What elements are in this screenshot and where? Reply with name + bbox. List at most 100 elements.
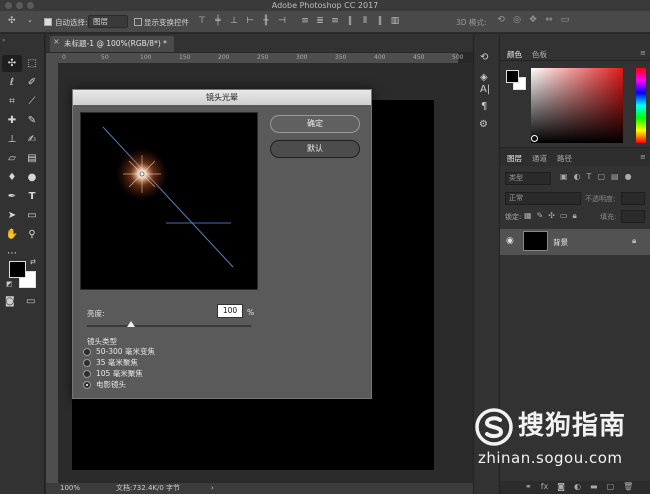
- filter-smart-icon[interactable]: ▤: [611, 172, 619, 181]
- panel-menu-icon[interactable]: ≡: [640, 49, 646, 57]
- zoom-level[interactable]: 100%: [60, 483, 80, 494]
- flare-preview[interactable]: [80, 112, 258, 290]
- ok-button[interactable]: 确定: [270, 115, 360, 133]
- brightness-input[interactable]: 100: [217, 304, 243, 318]
- marquee-tool-icon[interactable]: ⬚: [22, 55, 42, 72]
- align-bottom-icon[interactable]: ⊥: [229, 16, 239, 26]
- slide-3d-icon[interactable]: ⇔: [544, 15, 554, 25]
- lock-transparent-icon[interactable]: ▦: [524, 211, 532, 221]
- paragraph-panel-icon[interactable]: ¶: [481, 101, 487, 112]
- align-hcenter-icon[interactable]: ╫: [261, 16, 271, 26]
- gradient-tool-icon[interactable]: ▤: [22, 150, 42, 167]
- tab-layers[interactable]: 图层: [507, 153, 522, 164]
- collapse-icon[interactable]: »: [2, 37, 6, 44]
- move-tool-icon[interactable]: ✣: [2, 55, 22, 72]
- adjustment-layer-icon[interactable]: ◐: [574, 482, 581, 491]
- blur-tool-icon[interactable]: ♦: [2, 169, 22, 186]
- quick-select-tool-icon[interactable]: ✐: [22, 74, 42, 91]
- tab-color[interactable]: 颜色: [507, 49, 522, 60]
- default-button[interactable]: 默认: [270, 140, 360, 158]
- filter-pixel-icon[interactable]: ▣: [560, 172, 568, 181]
- distribute-hcenter-icon[interactable]: ⫴: [360, 16, 370, 26]
- distribute-vcenter-icon[interactable]: ≣: [315, 16, 325, 26]
- move-tool-preset-icon[interactable]: ✣: [8, 16, 16, 26]
- clone-stamp-tool-icon[interactable]: ⊥: [2, 131, 22, 148]
- lock-position-icon[interactable]: ✣: [548, 211, 555, 221]
- filter-adjustment-icon[interactable]: ◐: [574, 172, 581, 181]
- eyedropper-tool-icon[interactable]: ⟋: [22, 93, 42, 110]
- visibility-eye-icon[interactable]: ◉: [506, 236, 514, 246]
- auto-select-target-dropdown[interactable]: 图层: [88, 15, 128, 28]
- drag-3d-icon[interactable]: ✥: [528, 15, 538, 25]
- layers-menu-icon[interactable]: ≡: [640, 153, 646, 161]
- align-left-icon[interactable]: ⊢: [245, 16, 255, 26]
- add-mask-icon[interactable]: ◙: [557, 482, 565, 491]
- lock-image-icon[interactable]: ✎: [537, 211, 544, 221]
- lasso-tool-icon[interactable]: ℓ: [2, 74, 22, 91]
- document-tab[interactable]: 未标题-1 @ 100%(RGB/8*) *: [50, 36, 174, 52]
- history-panel-icon[interactable]: ⟲: [480, 52, 488, 63]
- show-transform-checkbox[interactable]: [134, 18, 142, 26]
- brightness-slider-thumb[interactable]: [127, 321, 136, 327]
- chevron-right-icon[interactable]: ›: [211, 483, 214, 494]
- scale-3d-icon[interactable]: ▭: [560, 15, 570, 25]
- opacity-input[interactable]: [621, 192, 645, 205]
- layer-kind-filter[interactable]: 类型: [505, 172, 551, 185]
- dodge-tool-icon[interactable]: ●: [22, 169, 42, 186]
- tab-paths[interactable]: 路径: [557, 153, 572, 164]
- brush-tool-icon[interactable]: ✎: [22, 112, 42, 129]
- distribute-bottom-icon[interactable]: ≡: [330, 16, 340, 26]
- align-top-icon[interactable]: ⊤: [197, 16, 207, 26]
- lock-artboard-icon[interactable]: ▭: [560, 211, 568, 221]
- hue-slider[interactable]: [636, 68, 646, 143]
- distribute-top-icon[interactable]: ≡: [300, 16, 310, 26]
- default-colors-icon[interactable]: ◩: [6, 280, 13, 288]
- glyphs-panel-icon[interactable]: ⚙: [479, 119, 488, 130]
- swap-colors-icon[interactable]: ⇄: [30, 258, 36, 266]
- zoom-tool-icon[interactable]: ⚲: [22, 226, 42, 243]
- history-brush-tool-icon[interactable]: ✍: [22, 131, 42, 148]
- blend-mode-dropdown[interactable]: 正常: [505, 192, 581, 205]
- eraser-tool-icon[interactable]: ▱: [2, 150, 22, 167]
- orbit-3d-icon[interactable]: ⟲: [496, 15, 506, 25]
- brightness-slider-track[interactable]: [87, 325, 251, 327]
- more-tools-icon[interactable]: ⋯: [2, 245, 22, 262]
- lens-option-radio[interactable]: 105 毫米聚焦: [83, 368, 143, 379]
- radio-indicator[interactable]: [83, 380, 91, 389]
- healing-brush-tool-icon[interactable]: ✚: [2, 112, 22, 129]
- new-group-icon[interactable]: ▬: [590, 482, 598, 491]
- fill-input[interactable]: [621, 210, 645, 223]
- roll-3d-icon[interactable]: ◎: [512, 15, 522, 25]
- close-tab-icon[interactable]: ×: [53, 37, 60, 46]
- filter-type-icon[interactable]: T: [587, 172, 592, 181]
- screen-mode-icon[interactable]: ▭: [26, 296, 35, 307]
- quick-mask-icon[interactable]: ◙: [5, 296, 15, 307]
- align-right-icon[interactable]: ⊣: [277, 16, 287, 26]
- path-select-tool-icon[interactable]: ➤: [2, 207, 22, 224]
- filter-toggle-icon[interactable]: ●: [625, 172, 632, 181]
- color-picker-cursor[interactable]: [531, 135, 538, 142]
- distribute-right-icon[interactable]: ‖: [375, 16, 385, 26]
- auto-align-icon[interactable]: ▥: [390, 16, 400, 26]
- tab-swatches[interactable]: 色板: [532, 49, 547, 60]
- auto-select-checkbox[interactable]: [44, 18, 52, 26]
- foreground-color-swatch-top[interactable]: [9, 261, 26, 278]
- distribute-left-icon[interactable]: ‖: [345, 16, 355, 26]
- hand-tool-icon[interactable]: ✋: [2, 226, 22, 243]
- delete-layer-icon[interactable]: 🗑︎: [623, 482, 633, 491]
- new-layer-icon[interactable]: ▢: [607, 482, 615, 491]
- radio-indicator[interactable]: [83, 369, 91, 378]
- tab-channels[interactable]: 通道: [532, 153, 547, 164]
- link-layers-icon[interactable]: ⚭: [525, 482, 532, 491]
- chevron-down-icon[interactable]: ⌄: [27, 16, 33, 24]
- lock-all-icon[interactable]: 🔒︎: [573, 211, 577, 221]
- panel-foreground-swatch[interactable]: [506, 70, 519, 83]
- color-field[interactable]: [531, 68, 623, 143]
- properties-panel-icon[interactable]: ◈: [480, 72, 488, 83]
- layer-style-icon[interactable]: fx: [541, 482, 549, 491]
- radio-indicator[interactable]: [83, 358, 91, 367]
- align-vcenter-icon[interactable]: ╪: [213, 16, 223, 26]
- pen-tool-icon[interactable]: ✒: [2, 188, 22, 205]
- rectangle-tool-icon[interactable]: ▭: [22, 207, 42, 224]
- lens-option-radio[interactable]: 电影镜头: [83, 379, 126, 390]
